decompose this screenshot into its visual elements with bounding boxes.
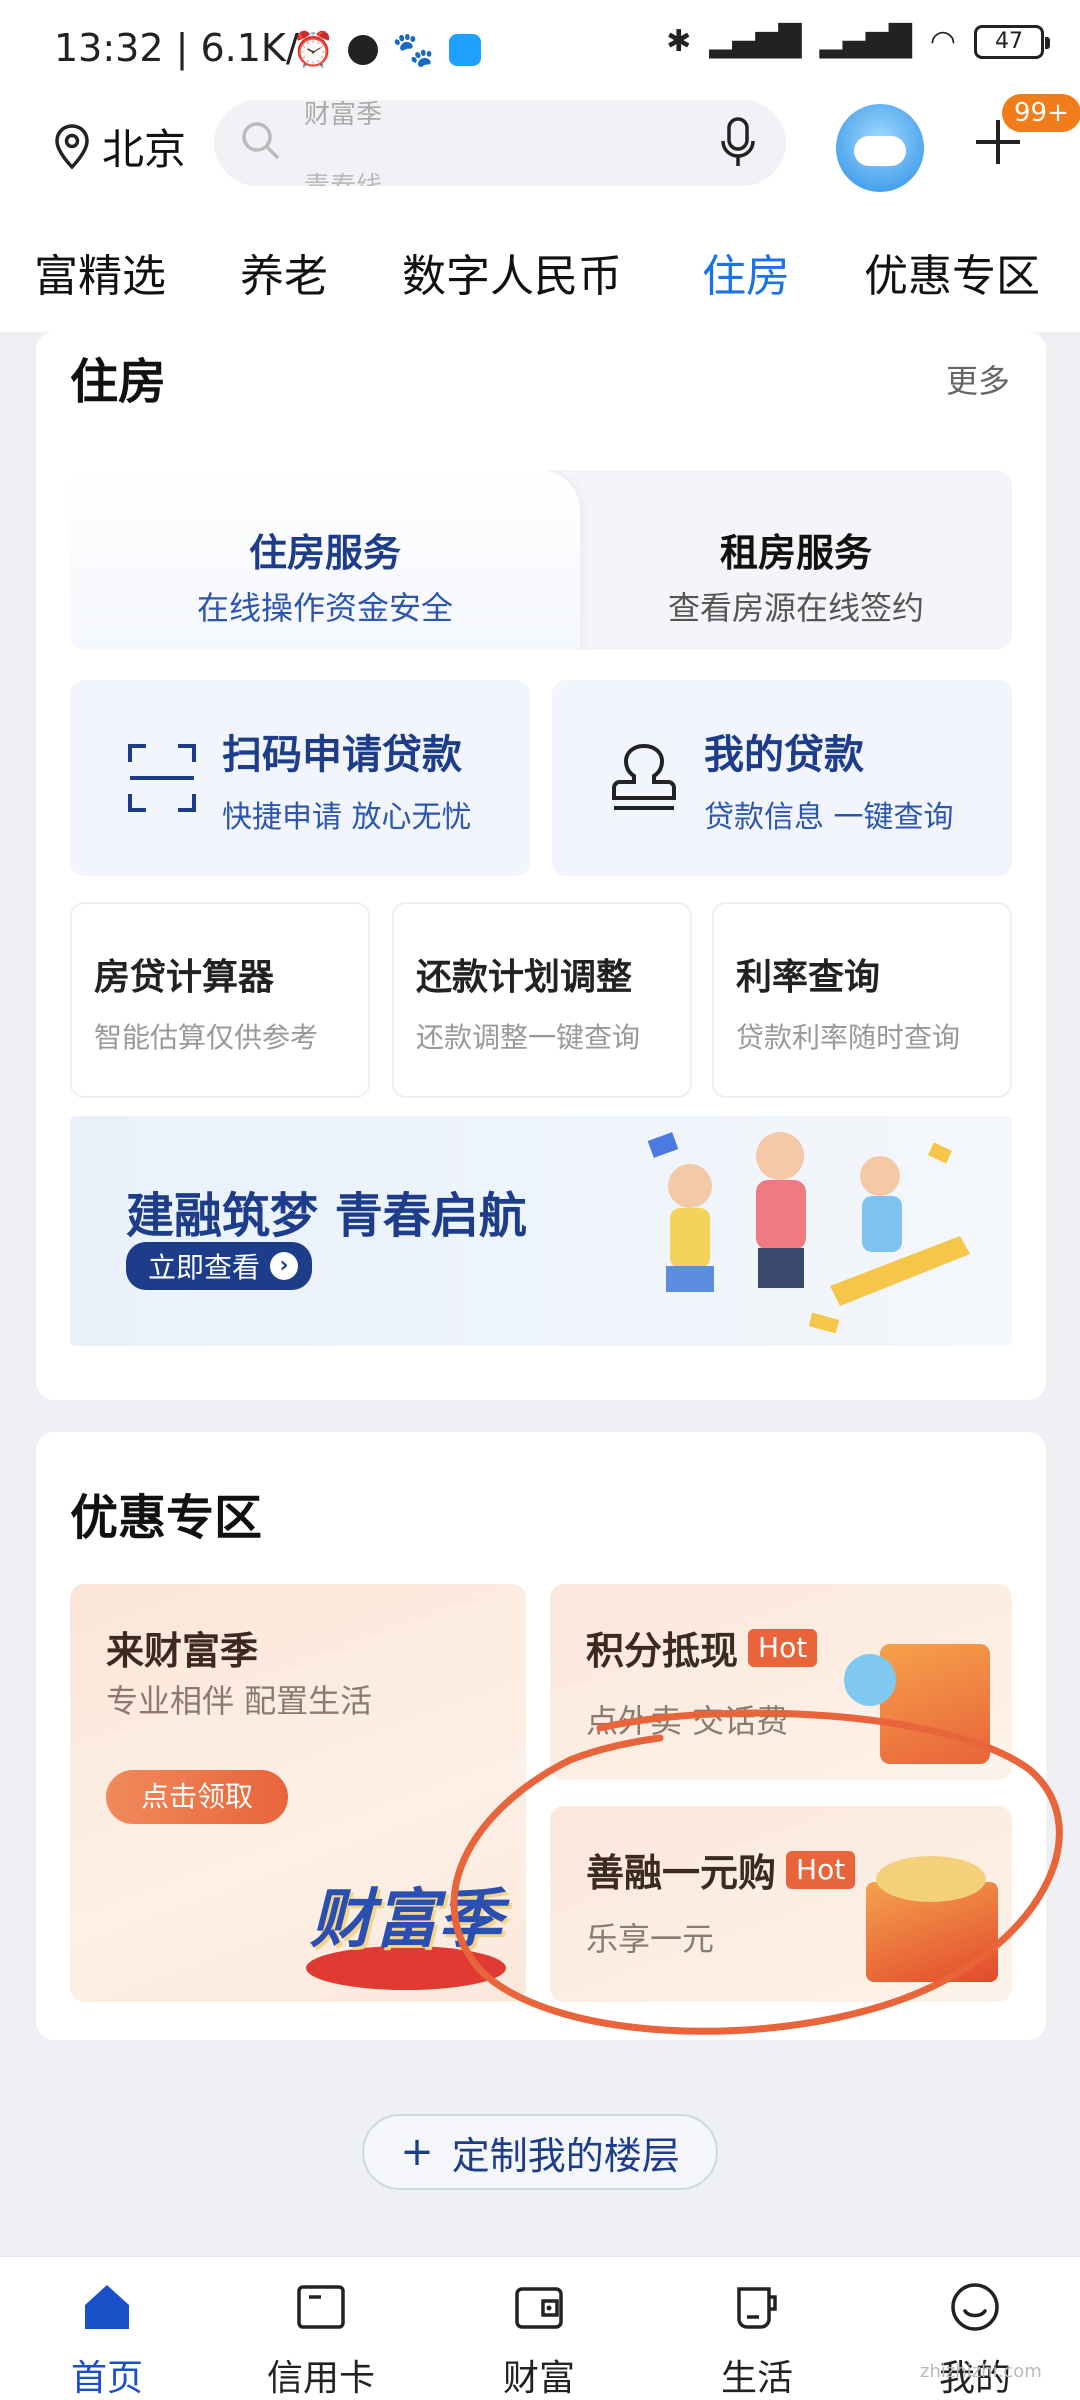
segment-rental-title: 租房服务 bbox=[719, 531, 872, 575]
nav-credit-card-label: 信用卡 bbox=[266, 2358, 375, 2399]
scan-loan-subtitle: 快捷申请 放心无忧 bbox=[222, 800, 472, 835]
nav-wealth[interactable]: 财富 bbox=[464, 2279, 614, 2400]
search-placeholder-bottom: 青春线 bbox=[304, 166, 382, 186]
repayment-adjust-tile[interactable]: 还款计划调整 还款调整一键查询 bbox=[392, 902, 692, 1098]
banner-view-button[interactable]: 立即查看 › bbox=[126, 1242, 313, 1290]
cup-icon bbox=[737, 2287, 777, 2329]
tab-pension[interactable]: 养老 bbox=[240, 240, 328, 304]
wifi-icon: ◠ bbox=[929, 24, 956, 59]
bluetooth-icon: ✱ bbox=[666, 24, 692, 59]
paw-icon: 🐾 bbox=[392, 30, 435, 70]
credit-card-icon bbox=[297, 2285, 345, 2329]
nav-life[interactable]: 生活 bbox=[682, 2279, 832, 2400]
status-notification-icons: ⏰ 🐾 bbox=[292, 30, 481, 70]
location-label: 北京 bbox=[102, 125, 187, 174]
category-tabs: 富精选 养老 数字人民币 住房 优惠专区 bbox=[0, 206, 1080, 332]
tab-housing[interactable]: 住房 bbox=[702, 240, 790, 304]
battery-icon: 47 bbox=[974, 24, 1050, 59]
rate-query-tile[interactable]: 利率查询 贷款利率随时查询 bbox=[712, 902, 1012, 1098]
segment-rental-subtitle: 查看房源在线签约 bbox=[667, 589, 924, 627]
tab-offers[interactable]: 优惠专区 bbox=[864, 240, 1040, 304]
app-notification-icon bbox=[448, 34, 481, 66]
mortgage-calculator-subtitle: 智能估算仅供参考 bbox=[94, 1021, 319, 1054]
nav-wealth-label: 财富 bbox=[502, 2358, 575, 2399]
signal-icon: ▂▄▆█ bbox=[709, 24, 802, 59]
bottom-navigation: 首页 信用卡 财富 生活 我的 zhizhizhi.com bbox=[0, 2256, 1080, 2400]
segment-housing-title: 住房服务 bbox=[248, 531, 401, 575]
banner-title: 建融筑梦 青春启航 bbox=[126, 1188, 527, 1244]
wallet-icon bbox=[515, 2287, 563, 2329]
nav-home-label: 首页 bbox=[70, 2358, 143, 2399]
location-selector[interactable]: 北京 bbox=[52, 116, 186, 177]
nav-life-label: 生活 bbox=[720, 2358, 793, 2399]
wealth-season-title: 来财富季 bbox=[106, 1629, 259, 1673]
location-pin-icon bbox=[55, 123, 89, 169]
housing-title: 住房 bbox=[70, 354, 167, 410]
rate-query-subtitle: 贷款利率随时查询 bbox=[736, 1021, 961, 1054]
housing-card: 住房 更多 住房服务 在线操作资金安全 租房服务 查看房源在线签约 扫码申请贷款… bbox=[36, 332, 1046, 1400]
scan-icon bbox=[128, 744, 196, 812]
rate-query-title: 利率查询 bbox=[736, 957, 881, 998]
points-cash-title: 积分抵现 bbox=[586, 1629, 739, 1673]
mortgage-calculator-tile[interactable]: 房贷计算器 智能估算仅供参考 bbox=[70, 902, 370, 1098]
smile-icon bbox=[951, 2283, 999, 2331]
nav-home[interactable]: 首页 bbox=[32, 2279, 182, 2400]
my-loan-tile[interactable]: 我的贷款 贷款信息 一键查询 bbox=[552, 680, 1012, 876]
youth-banner[interactable]: 建融筑梦 青春启航 立即查看 › bbox=[70, 1116, 1012, 1346]
tab-digital-rmb[interactable]: 数字人民币 bbox=[402, 240, 622, 304]
search-input[interactable]: 财富季 青春线 bbox=[214, 100, 786, 186]
my-loan-subtitle: 贷款信息 一键查询 bbox=[704, 800, 954, 835]
status-bar: 13:32 | 6.1K/s ⏰ 🐾 ✱ ▂▄▆█ ▂▄▆█ ◠ 47 bbox=[0, 0, 1080, 96]
wealth-season-subtitle: 专业相伴 配置生活 bbox=[106, 1682, 373, 1720]
segment-housing-subtitle: 在线操作资金安全 bbox=[196, 589, 453, 627]
stamp-icon bbox=[612, 743, 676, 810]
microphone-icon[interactable] bbox=[718, 116, 758, 170]
mascot-avatar[interactable] bbox=[836, 104, 924, 192]
customize-floor-button[interactable]: + 定制我的楼层 bbox=[362, 2114, 718, 2190]
nav-credit-card[interactable]: 信用卡 bbox=[246, 2279, 396, 2400]
home-icon bbox=[85, 2285, 129, 2329]
alarm-icon: ⏰ bbox=[292, 30, 335, 70]
housing-more-link[interactable]: 更多 bbox=[946, 356, 1010, 402]
offers-title: 优惠专区 bbox=[70, 1490, 263, 1546]
my-loan-title: 我的贷款 bbox=[704, 732, 864, 778]
search-icon bbox=[242, 122, 279, 159]
housing-segment-control: 住房服务 在线操作资金安全 租房服务 查看房源在线签约 bbox=[70, 470, 1012, 650]
segment-rental-service[interactable]: 租房服务 查看房源在线签约 bbox=[580, 470, 1012, 650]
mortgage-calculator-title: 房贷计算器 bbox=[94, 957, 275, 998]
coin-icon bbox=[844, 1654, 896, 1706]
search-placeholder-top: 财富季 bbox=[304, 100, 383, 130]
top-header: 北京 财富季 青春线 99+ bbox=[0, 94, 1080, 206]
message-count-badge: 99+ bbox=[1002, 94, 1080, 132]
claim-button[interactable]: 点击领取 bbox=[106, 1770, 288, 1824]
repayment-adjust-title: 还款计划调整 bbox=[416, 957, 633, 998]
status-time: 13:32 | 6.1K/s bbox=[54, 26, 319, 70]
banner-view-label: 立即查看 bbox=[148, 1251, 261, 1284]
signal-2-icon: ▂▄▆█ bbox=[819, 24, 912, 59]
plus-icon: + bbox=[400, 2129, 434, 2175]
watermark: zhizhizhi.com bbox=[920, 2361, 1042, 2382]
status-system-icons: ✱ ▂▄▆█ ▂▄▆█ ◠ 47 bbox=[666, 24, 1050, 59]
customize-floor-label: 定制我的楼层 bbox=[451, 2133, 680, 2178]
chevron-right-icon: › bbox=[270, 1252, 299, 1280]
hot-badge: Hot bbox=[748, 1628, 818, 1667]
tab-featured[interactable]: 富精选 bbox=[34, 240, 166, 304]
segment-housing-service[interactable]: 住房服务 在线操作资金安全 bbox=[70, 470, 580, 650]
annotation-circle bbox=[450, 1709, 1063, 2035]
repayment-adjust-subtitle: 还款调整一键查询 bbox=[416, 1021, 641, 1054]
scan-loan-title: 扫码申请贷款 bbox=[222, 732, 462, 778]
scan-loan-tile[interactable]: 扫码申请贷款 快捷申请 放心无忧 bbox=[70, 680, 530, 876]
notification-dot-icon bbox=[348, 35, 379, 65]
youth-illustration bbox=[647, 1132, 970, 1334]
